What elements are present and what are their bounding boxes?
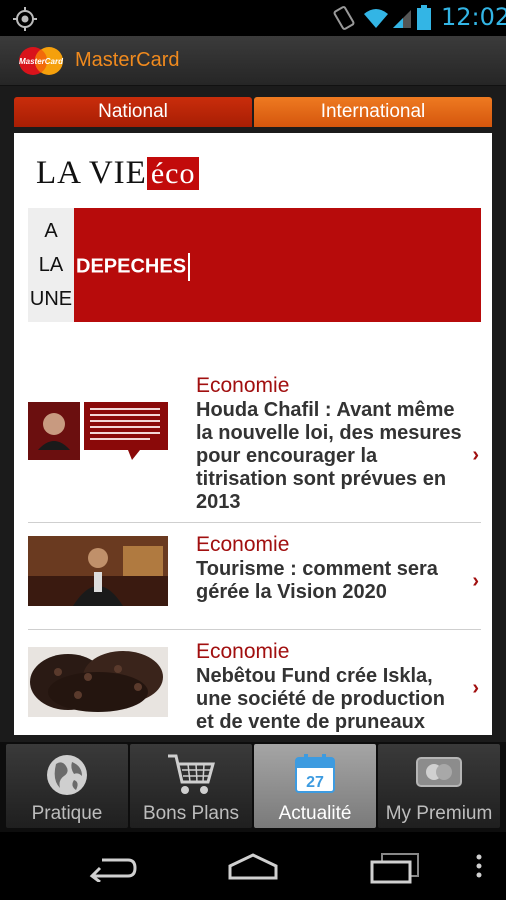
card-icon [416,757,462,787]
article-headline: Tourisme : comment sera gérée la Vision … [196,558,438,603]
list-item[interactable]: Economie Tourisme : comment sera gérée l… [28,528,481,628]
la-vie-eco-logo: LA VIE éco [36,155,200,192]
list-item[interactable]: Economie Nebêtou Fund crée Iskla, une so… [28,635,481,735]
status-bar: 12:02 [0,0,506,36]
article-category: Economie [196,374,290,397]
une-line-3: UNE [29,287,73,310]
tab-national[interactable]: National [14,97,252,127]
tab-label: My Premium [385,803,493,824]
recent-apps-icon[interactable] [370,852,422,884]
a-la-une-banner[interactable]: A LA UNE DEPECHES [28,208,481,322]
depeches-ticker[interactable]: DEPECHES [76,253,191,281]
signal-icon [393,10,411,28]
mastercard-logo: MasterCard [19,47,64,75]
une-line-2: LA [38,253,64,276]
divider [28,629,481,630]
article-thumbnail [28,536,168,606]
bottom-tab-bar: Pratique Bons Plans 27 Actualité My Prem… [0,742,506,832]
tab-my-premium[interactable]: My Premium [378,744,500,828]
screen-rotation-icon [333,6,355,30]
tab-actualite[interactable]: 27 Actualité [254,744,376,828]
tab-pratique[interactable]: Pratique [6,744,128,828]
article-thumbnail [28,402,168,472]
overflow-menu-icon[interactable] [474,852,484,882]
app-title: MasterCard [75,49,180,71]
back-icon[interactable] [88,852,138,882]
chevron-right-icon: › [472,570,479,592]
wifi-icon [364,9,388,28]
region-tabs: National International [14,97,492,127]
depeches-text: DEPECHES [76,255,187,278]
tab-label: Bons Plans [142,803,240,824]
clock: 12:02 [441,3,506,31]
article-headline: Houda Chafil : Avant même la nouvelle lo… [196,399,462,513]
cart-icon [168,754,215,794]
une-line-1: A [44,219,58,242]
brand-accent: éco [146,157,200,190]
article-category: Economie [196,533,290,556]
text-caret [188,253,191,281]
list-item[interactable]: Economie Houda Chafil : Avant même la no… [28,369,481,519]
tab-bons-plans[interactable]: Bons Plans [130,744,252,828]
globe-icon [47,755,87,795]
a-la-une-label: A LA UNE [28,208,74,322]
home-icon[interactable] [226,852,280,882]
system-nav-bar [0,832,506,900]
chevron-right-icon: › [472,677,479,699]
tab-international[interactable]: International [254,97,492,127]
battery-icon [417,5,431,30]
gps-icon [13,7,37,31]
article-category: Economie [196,640,290,663]
brand-main: LA VIE [36,155,147,191]
calendar-icon: 27 [295,754,335,793]
article-headline: Nebêtou Fund crée Iskla, une société de … [196,665,445,733]
tab-label: Pratique [31,803,103,824]
divider [28,522,481,523]
svg-text:MasterCard: MasterCard [19,57,64,66]
news-panel: LA VIE éco A LA UNE DEPECHES Economie Ho… [14,133,492,735]
article-thumbnail [28,647,168,717]
calendar-day: 27 [306,774,324,791]
tab-label: Actualité [278,803,352,824]
app-title-bar: MasterCard MasterCard [0,36,506,86]
chevron-right-icon: › [472,444,479,466]
